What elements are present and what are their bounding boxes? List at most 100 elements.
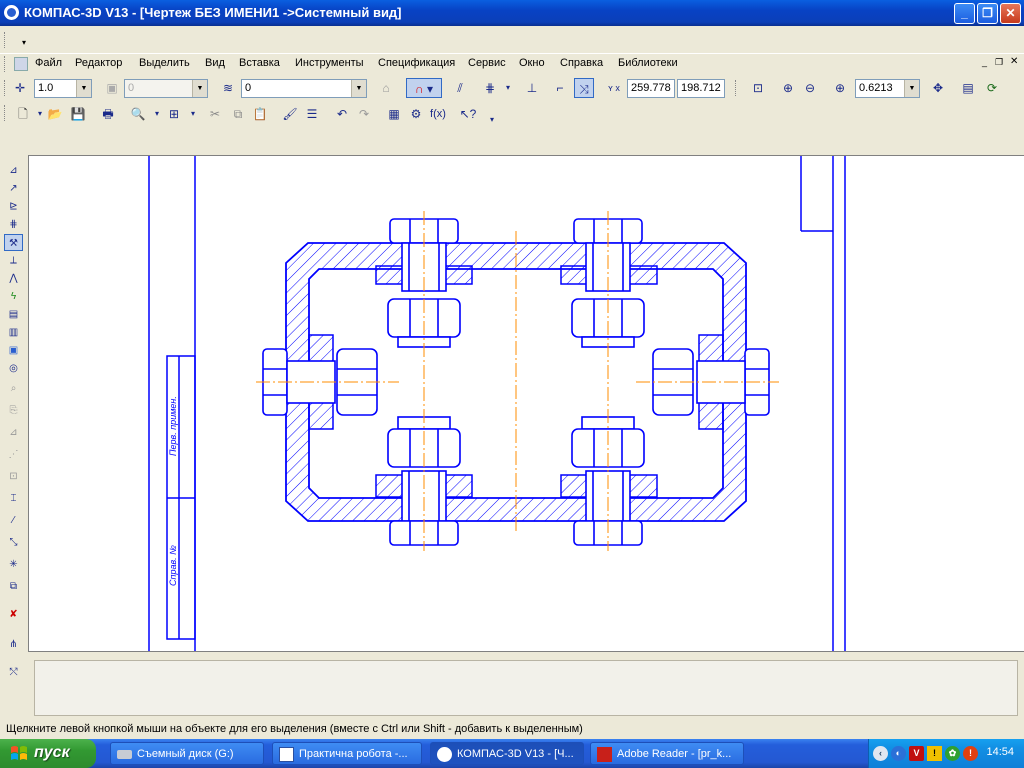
tool-icon-14[interactable]: ⎘ <box>4 402 23 419</box>
associative-views-icon[interactable]: ϟ <box>4 288 23 305</box>
tool-icon-21[interactable]: ✳ <box>4 556 23 573</box>
help-pointer-icon[interactable]: ↖? <box>458 104 478 124</box>
local-snap-icon[interactable]: ⫽ <box>450 78 470 98</box>
dimensions-icon[interactable]: ↗ <box>4 180 23 197</box>
zoom-window-icon[interactable]: ⊡ <box>748 78 768 98</box>
grid-icon[interactable]: ⋕ <box>480 78 500 98</box>
tray-network-icon[interactable]: ◐ <box>891 746 906 761</box>
ortho-icon[interactable]: ⌐ <box>550 78 570 98</box>
edit-icon[interactable]: ⋕ <box>4 216 23 233</box>
zoom-in-icon[interactable]: ⊕ <box>778 78 798 98</box>
restore-button[interactable]: ❐ <box>977 3 998 24</box>
tool-icon-13[interactable]: ⌕ <box>4 380 23 397</box>
designations-icon[interactable]: ⊵ <box>4 198 23 215</box>
menu-tools[interactable]: Инструменты <box>295 57 364 69</box>
doc-restore-button[interactable]: ❐ <box>995 57 1003 68</box>
menu-file[interactable]: Файл <box>35 57 62 69</box>
task-word-document[interactable]: Практична робота -... <box>272 742 422 765</box>
tray-green-icon[interactable]: ✿ <box>945 746 960 761</box>
menu-help[interactable]: Справка <box>560 57 603 69</box>
delete-icon[interactable]: ✘ <box>4 606 23 623</box>
format-brush-icon[interactable]: 🖌 <box>280 104 300 124</box>
tool-icon-25[interactable]: ⤲ <box>4 664 23 681</box>
style-icon[interactable]: ▣ <box>102 78 122 98</box>
pan-icon[interactable]: ✥ <box>928 78 948 98</box>
tool-icon-19[interactable]: ⁄ <box>4 512 23 529</box>
toolbar-grip[interactable] <box>4 32 7 48</box>
cut-icon[interactable]: ✂ <box>205 104 225 124</box>
doc-minimize-button[interactable]: _ <box>982 57 987 67</box>
tool-icon-24[interactable]: ⋔ <box>4 636 23 653</box>
properties-icon[interactable]: ⌂ <box>376 78 396 98</box>
doc-close-button[interactable]: ✕ <box>1010 56 1018 67</box>
refresh-icon[interactable]: ⟳ <box>982 78 1002 98</box>
zoom-out-icon[interactable]: ⊖ <box>800 78 820 98</box>
properties-list-icon[interactable]: ☰ <box>302 104 322 124</box>
tray-warning-icon[interactable]: ! <box>927 746 942 761</box>
menu-service[interactable]: Сервис <box>468 57 506 69</box>
function-icon[interactable]: f(x) <box>428 104 448 124</box>
layer-field[interactable]: 0 <box>241 79 367 98</box>
menu-select[interactable]: Выделить <box>139 57 190 69</box>
step-dropdown[interactable]: ▼ <box>76 80 91 97</box>
manager-dropdown[interactable]: ▾ <box>183 104 203 124</box>
menu-view[interactable]: Вид <box>205 57 225 69</box>
zoom-scale-icon[interactable]: ⊕ <box>830 78 850 98</box>
close-button[interactable]: ✕ <box>1000 3 1021 24</box>
print-preview-icon[interactable]: 🔍 <box>128 104 148 124</box>
menu-libraries[interactable]: Библиотеки <box>618 57 678 69</box>
menu-insert[interactable]: Вставка <box>239 57 280 69</box>
toolbar-more[interactable]: ▾ <box>482 110 502 130</box>
coord-x-field[interactable]: 259.778 <box>627 79 675 98</box>
open-icon[interactable]: 📂 <box>45 104 65 124</box>
tray-back-icon[interactable]: ‹ <box>873 746 888 761</box>
redo-icon[interactable]: ↷ <box>354 104 374 124</box>
reports-icon[interactable]: ▥ <box>4 324 23 341</box>
tool-icon-22[interactable]: ⧉ <box>4 578 23 595</box>
local-cs-icon[interactable]: ⊥ <box>522 78 542 98</box>
spec-icon[interactable]: ▤ <box>4 306 23 323</box>
zoom-dropdown[interactable]: ▼ <box>904 80 919 97</box>
task-adobe-reader[interactable]: Adobe Reader - [pr_k... <box>590 742 744 765</box>
layer-dropdown[interactable]: ▼ <box>351 80 366 97</box>
tray-antivirus-icon[interactable]: V <box>909 746 924 761</box>
variables-icon[interactable]: ⚙ <box>406 104 426 124</box>
style-dropdown[interactable]: ▼ <box>192 80 207 97</box>
task-removable-disk[interactable]: Съемный диск (G:) <box>110 742 264 765</box>
layers-icon[interactable]: ≋ <box>218 78 238 98</box>
chevron-down-icon[interactable]: ▾ <box>22 38 26 47</box>
document-icon[interactable] <box>14 57 28 71</box>
copy-icon[interactable]: ⧉ <box>228 104 248 124</box>
library-manager-icon[interactable]: ▦ <box>384 104 404 124</box>
step-icon[interactable]: ✛ <box>10 78 30 98</box>
snap-magnet-icon[interactable]: ∩ ▾ <box>406 78 442 98</box>
regenerate-icon[interactable]: ▤ <box>958 78 978 98</box>
undo-icon[interactable]: ↶ <box>332 104 352 124</box>
print-icon[interactable]: 🖶 <box>98 104 118 124</box>
tool-icon-15[interactable]: ⊿ <box>4 424 23 441</box>
geometry-icon[interactable]: ⊿ <box>4 162 23 179</box>
menu-edit[interactable]: Редактор <box>75 57 122 69</box>
drawing-canvas[interactable]: Перв. примен. Справ. № <box>28 155 1024 651</box>
menu-window[interactable]: Окно <box>519 57 545 69</box>
save-icon[interactable]: 💾 <box>68 104 88 124</box>
tool-icon-20[interactable]: ⤡ <box>4 534 23 551</box>
paste-icon[interactable]: 📋 <box>250 104 270 124</box>
tool-icon-18[interactable]: ⌶ <box>4 490 23 507</box>
tray-alert-icon[interactable]: ! <box>963 746 978 761</box>
menu-specification[interactable]: Спецификация <box>378 57 455 69</box>
tool-icon-16[interactable]: ⋰ <box>4 446 23 463</box>
insert-icon[interactable]: ▣ <box>4 342 23 359</box>
parametrization-icon[interactable]: ⚒ <box>4 234 23 251</box>
round-icon[interactable]: ⤨ <box>574 78 594 98</box>
minimize-button[interactable]: _ <box>954 3 975 24</box>
measure-icon[interactable]: ⟂ <box>4 252 23 269</box>
selection-icon[interactable]: ⋀ <box>4 270 23 287</box>
grid-dropdown[interactable]: ▾ <box>498 78 518 98</box>
manager-icon[interactable]: ⊞ <box>164 104 184 124</box>
start-button[interactable]: пуск <box>0 739 96 768</box>
task-kompas[interactable]: КОМПАС-3D V13 - [Ч... <box>430 742 584 765</box>
library-icon[interactable]: ◎ <box>4 360 23 377</box>
coord-y-field[interactable]: 198.712 <box>677 79 725 98</box>
tool-icon-17[interactable]: ⊡ <box>4 468 23 485</box>
